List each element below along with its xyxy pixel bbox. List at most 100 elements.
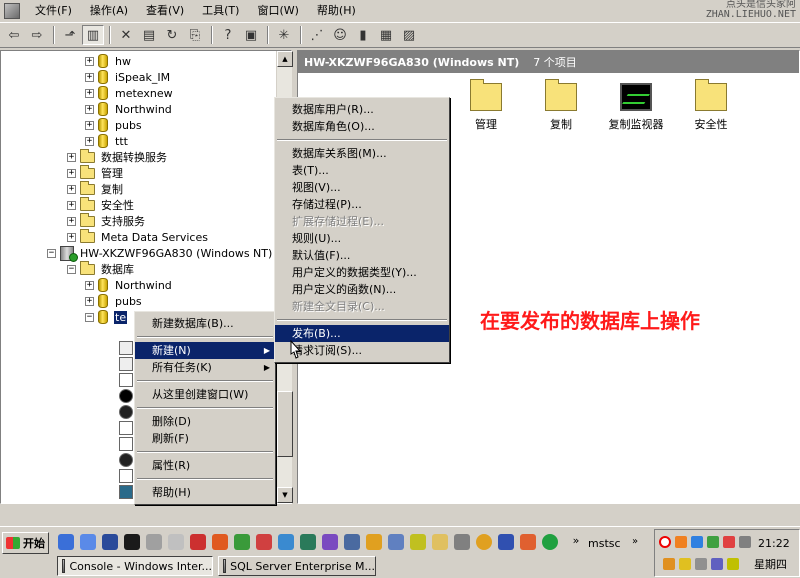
expand-icon[interactable]: +: [67, 200, 76, 210]
mstsc-label[interactable]: mstsc: [588, 537, 621, 550]
register-server-icon[interactable]: ⋰: [306, 25, 328, 45]
rules-icon[interactable]: [119, 437, 133, 451]
quicklaunch-icon[interactable]: [80, 534, 96, 550]
show-tree-icon[interactable]: ▥: [82, 25, 104, 45]
menu-item-new-window[interactable]: 从这里创建窗口(W): [135, 386, 275, 403]
up-folder-icon[interactable]: ⬏: [59, 25, 81, 45]
start-button[interactable]: 开始: [2, 532, 49, 554]
tray-icon[interactable]: [663, 558, 675, 570]
table-icon[interactable]: [119, 357, 133, 371]
submenu-item-view[interactable]: 视图(V)...: [275, 179, 449, 196]
quicklaunch-icon[interactable]: [432, 534, 448, 550]
tree-item[interactable]: + Meta Data Services: [67, 228, 209, 245]
expand-icon[interactable]: +: [67, 168, 76, 178]
tree-item[interactable]: − 数据库: [67, 260, 135, 277]
menu-item-new[interactable]: 新建(N) ▶: [135, 342, 275, 359]
item-replication[interactable]: 复制: [524, 79, 598, 132]
menu-item-delete[interactable]: 删除(D): [135, 413, 275, 430]
collapse-icon[interactable]: −: [47, 248, 56, 258]
refresh-icon[interactable]: ↻: [161, 25, 183, 45]
submenu-item-user-data-type[interactable]: 用户定义的数据类型(Y)...: [275, 264, 449, 281]
quicklaunch-icon[interactable]: [322, 534, 338, 550]
submenu-item-user-function[interactable]: 用户定义的函数(N)...: [275, 281, 449, 298]
quicklaunch-icon[interactable]: [168, 534, 184, 550]
quicklaunch-icon[interactable]: [366, 534, 382, 550]
quicklaunch-icon[interactable]: [498, 534, 514, 550]
roles-icon[interactable]: [119, 421, 133, 435]
submenu-item-database-role[interactable]: 数据库角色(O)...: [275, 118, 449, 135]
expand-icon[interactable]: +: [85, 56, 94, 66]
submenu-item-table[interactable]: 表(T)...: [275, 162, 449, 179]
quicklaunch-icon[interactable]: [344, 534, 360, 550]
back-icon[interactable]: ⇦: [3, 25, 25, 45]
tree-item[interactable]: + pubs: [85, 117, 143, 133]
chevron-more-icon[interactable]: »: [568, 534, 584, 550]
diagram-icon[interactable]: [119, 341, 133, 355]
menu-item-all-tasks[interactable]: 所有任务(K) ▶: [135, 359, 275, 376]
tray-icon[interactable]: [695, 558, 707, 570]
tree-item[interactable]: + Northwind: [85, 277, 173, 293]
wizard-icon[interactable]: ✳: [273, 25, 295, 45]
quicklaunch-icon[interactable]: [542, 534, 558, 550]
menu-window[interactable]: 窗口(W): [248, 1, 307, 20]
item-security[interactable]: 安全性: [674, 79, 748, 132]
quicklaunch-icon[interactable]: [212, 534, 228, 550]
task-console[interactable]: Console - Windows Inter...: [57, 556, 213, 576]
quicklaunch-icon[interactable]: [146, 534, 162, 550]
view-icon[interactable]: [119, 373, 133, 387]
quicklaunch-icon[interactable]: [300, 534, 316, 550]
item-management[interactable]: 管理: [449, 79, 523, 132]
menu-item-new-database[interactable]: 新建数据库(B)...: [135, 315, 275, 332]
tray-icon[interactable]: [659, 536, 671, 548]
expand-icon[interactable]: +: [85, 136, 94, 146]
quicklaunch-icon[interactable]: [256, 534, 272, 550]
submenu-item-extended-procedure[interactable]: 扩展存储过程(E)...: [275, 213, 449, 230]
expand-icon[interactable]: +: [85, 120, 94, 130]
submenu-item-database-user[interactable]: 数据库用户(R)...: [275, 101, 449, 118]
network-icon[interactable]: [739, 536, 751, 548]
tray-icon[interactable]: [691, 536, 703, 548]
tree-item[interactable]: + 支持服务: [67, 212, 146, 229]
menu-action[interactable]: 操作(A): [81, 1, 137, 20]
tray-icon[interactable]: [711, 558, 723, 570]
expand-icon[interactable]: +: [85, 104, 94, 114]
tree-item[interactable]: + iSpeak_IM: [85, 69, 171, 85]
export-list-icon[interactable]: ⎘: [184, 25, 206, 45]
tree-item[interactable]: + Northwind: [85, 101, 173, 117]
tree-item[interactable]: + 数据转换服务: [67, 148, 168, 165]
tree-item[interactable]: + 安全性: [67, 196, 135, 213]
menu-tools[interactable]: 工具(T): [193, 1, 248, 20]
tray-icon[interactable]: [679, 558, 691, 570]
expand-icon[interactable]: +: [67, 184, 76, 194]
types-icon[interactable]: [119, 469, 133, 483]
expand-icon[interactable]: +: [67, 232, 76, 242]
menu-help[interactable]: 帮助(H): [308, 1, 365, 20]
query-analyzer-icon[interactable]: ▨: [398, 25, 420, 45]
menu-item-properties[interactable]: 属性(R): [135, 457, 275, 474]
functions-icon[interactable]: [119, 485, 133, 499]
tray-icon[interactable]: [675, 536, 687, 548]
task-sql-server[interactable]: SQL Server Enterprise M...: [218, 556, 376, 576]
menu-item-help[interactable]: 帮助(H): [135, 484, 275, 501]
scroll-thumb[interactable]: [277, 391, 293, 457]
expand-icon[interactable]: +: [67, 216, 76, 226]
submenu-item-stored-procedure[interactable]: 存储过程(P)...: [275, 196, 449, 213]
submenu-item-diagram[interactable]: 数据库关系图(M)...: [275, 145, 449, 162]
quicklaunch-icon[interactable]: [278, 534, 294, 550]
collapse-icon[interactable]: −: [85, 312, 94, 322]
quicklaunch-icon[interactable]: [234, 534, 250, 550]
quicklaunch-icon[interactable]: [190, 534, 206, 550]
scroll-down-arrow[interactable]: ▼: [277, 487, 293, 503]
submenu-item-rule[interactable]: 规则(U)...: [275, 230, 449, 247]
quicklaunch-icon[interactable]: [388, 534, 404, 550]
delete-icon[interactable]: ✕: [115, 25, 137, 45]
expand-icon[interactable]: +: [67, 152, 76, 162]
users-icon[interactable]: [119, 405, 133, 419]
ie-icon[interactable]: [58, 534, 74, 550]
tree-item-server[interactable]: − HW-XKZWF96GA830 (Windows NT): [47, 245, 273, 262]
expand-icon[interactable]: +: [85, 280, 94, 290]
tree-item[interactable]: + hw: [85, 53, 132, 69]
quicklaunch-icon[interactable]: [476, 534, 492, 550]
submenu-item-default[interactable]: 默认值(F)...: [275, 247, 449, 264]
quicklaunch-icon[interactable]: [520, 534, 536, 550]
